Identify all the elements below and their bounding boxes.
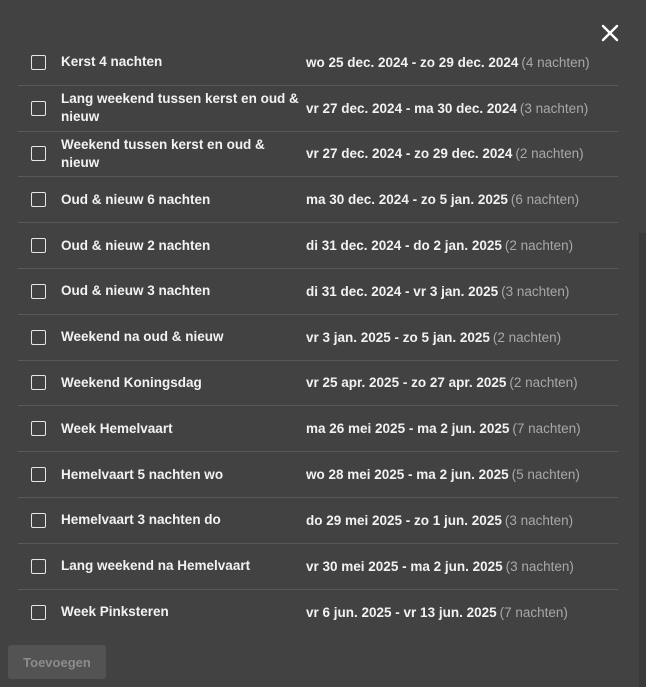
item-checkbox[interactable] xyxy=(31,558,46,574)
item-label: Weekend tussen kerst en oud & nieuw xyxy=(61,136,265,170)
item-label: Kerst 4 nachten xyxy=(61,54,163,70)
item-nights: (2 nachten) xyxy=(509,375,578,391)
list-item: Oud & nieuw 6 nachten ma 30 dec. 2024 - … xyxy=(18,177,618,224)
item-label: Oud & nieuw 6 nachten xyxy=(61,191,211,207)
list-item: Week Hemelvaart ma 26 mei 2025 - ma 2 ju… xyxy=(18,406,618,453)
item-dates: do 29 mei 2025 - zo 1 jun. 2025 (3 nachte… xyxy=(306,512,574,528)
item-label: Weekend Koningsdag xyxy=(61,374,202,390)
item-nights: (2 nachten) xyxy=(492,329,562,345)
item-label: Lang weekend tussen kerst en oud & nieuw xyxy=(61,91,299,125)
item-nights: (3 nachten) xyxy=(501,283,570,299)
item-nights: (3 nachten) xyxy=(505,558,574,574)
item-checkbox[interactable] xyxy=(31,604,46,620)
item-dates: di 31 dec. 2024 - vr 3 jan. 2025 (3 nacht… xyxy=(306,283,570,299)
item-checkbox[interactable] xyxy=(31,329,46,345)
item-checkbox[interactable] xyxy=(31,192,46,208)
item-checkbox[interactable] xyxy=(31,421,46,437)
item-nights: (3 nachten) xyxy=(504,512,574,528)
item-checkbox[interactable] xyxy=(31,100,46,116)
item-checkbox[interactable] xyxy=(31,375,46,391)
list-item: Weekend tussen kerst en oud & nieuw vr 2… xyxy=(18,132,618,178)
item-label: Week Hemelvaart xyxy=(61,420,173,436)
item-checkbox[interactable] xyxy=(31,54,46,70)
item-checkbox[interactable] xyxy=(31,283,46,299)
item-checkbox[interactable] xyxy=(31,238,46,254)
item-dates: vr 6 jun. 2025 - vr 13 jun. 2025 (7 nacht… xyxy=(306,604,568,620)
list-item: Weekend Koningsdag vr 25 apr. 2025 - zo … xyxy=(18,361,618,407)
item-nights: (4 nachten) xyxy=(521,54,590,70)
item-dates: ma 26 mei 2025 - ma 2 jun. 2025 (7 nachte… xyxy=(306,421,581,437)
item-checkbox[interactable] xyxy=(31,146,46,162)
item-nights: (2 nachten) xyxy=(504,238,574,254)
scrollbar[interactable] xyxy=(639,233,646,687)
item-label: Hemelvaart 5 nachten wo xyxy=(61,466,224,482)
item-dates: wo 25 dec. 2024 - zo 29 dec. 2024 (4 nach… xyxy=(306,54,590,70)
list-item: Kerst 4 nachten wo 25 dec. 2024 - zo 29 … xyxy=(18,40,618,86)
item-nights: (7 nachten) xyxy=(512,421,581,437)
item-dates: vr 25 apr. 2025 - zo 27 apr. 2025 (2 nach… xyxy=(306,375,578,391)
item-label: Week Pinksteren xyxy=(61,604,169,620)
item-dates: vr 27 dec. 2024 - ma 30 dec. 2024 (3 nach… xyxy=(306,100,589,116)
item-dates: wo 28 mei 2025 - ma 2 jun. 2025 (5 nachte… xyxy=(306,467,580,483)
item-dates: vr 30 mei 2025 - ma 2 jun. 2025 (3 nachte… xyxy=(306,558,574,574)
item-label: Oud & nieuw 3 nachten xyxy=(61,283,211,299)
list-item: Hemelvaart 3 nachten do do 29 mei 2025 -… xyxy=(18,498,618,544)
item-nights: (5 nachten) xyxy=(511,467,580,483)
list-item: Oud & nieuw 2 nachten di 31 dec. 2024 - … xyxy=(18,223,618,269)
list-item: Lang weekend na Hemelvaart vr 30 mei 202… xyxy=(18,544,618,590)
item-label: Weekend na oud & nieuw xyxy=(61,329,224,345)
list-item: Oud & nieuw 3 nachten di 31 dec. 2024 - … xyxy=(18,269,618,315)
item-dates: vr 3 jan. 2025 - zo 5 jan. 2025 (2 nachte… xyxy=(306,329,562,345)
list-item: Weekend na oud & nieuw vr 3 jan. 2025 - … xyxy=(18,315,618,361)
item-dates: vr 27 dec. 2024 - zo 29 dec. 2024 (2 nach… xyxy=(306,146,584,162)
item-label: Oud & nieuw 2 nachten xyxy=(61,237,211,253)
item-label: Hemelvaart 3 nachten do xyxy=(61,512,221,528)
item-nights: (7 nachten) xyxy=(499,604,568,620)
item-nights: (3 nachten) xyxy=(519,100,589,116)
item-dates: ma 30 dec. 2024 - zo 5 jan. 2025 (6 nacht… xyxy=(306,192,580,208)
arrangement-list: Kerst 4 nachten wo 25 dec. 2024 - zo 29 … xyxy=(18,40,618,635)
item-checkbox[interactable] xyxy=(31,512,46,528)
item-nights: (2 nachten) xyxy=(515,146,584,162)
list-item: Lang weekend tussen kerst en oud & nieuw… xyxy=(18,86,618,132)
item-dates: di 31 dec. 2024 - do 2 jan. 2025 (2 nacht… xyxy=(306,238,574,254)
item-label: Lang weekend na Hemelvaart xyxy=(61,558,251,574)
add-button[interactable]: Toevoegen xyxy=(8,645,106,679)
list-item: Hemelvaart 5 nachten wo wo 28 mei 2025 -… xyxy=(18,452,618,498)
item-checkbox[interactable] xyxy=(31,467,46,483)
list-item: Week Pinksteren vr 6 jun. 2025 - vr 13 j… xyxy=(18,590,618,636)
item-nights: (6 nachten) xyxy=(510,192,580,208)
